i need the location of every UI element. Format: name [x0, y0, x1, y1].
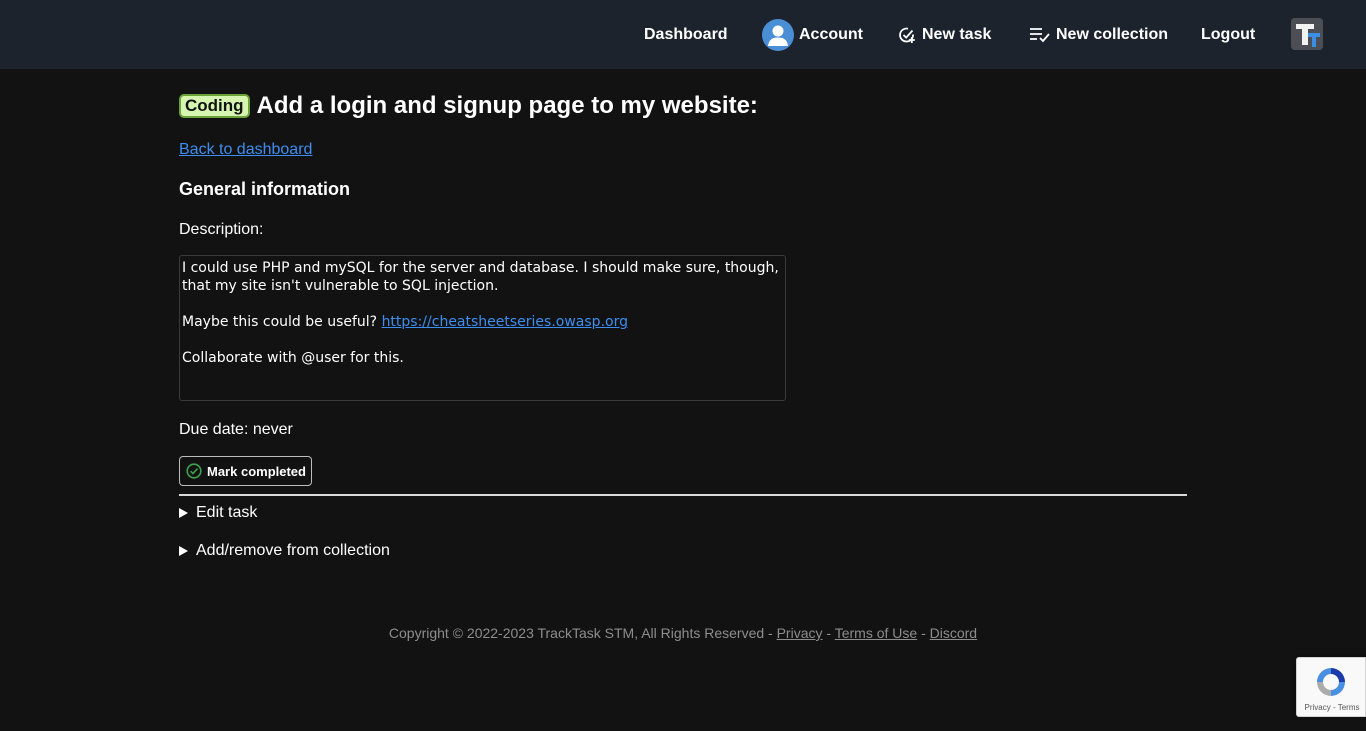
description-box[interactable]: I could use PHP and mySQL for the server…	[179, 255, 786, 401]
playlist-check-icon	[1029, 27, 1050, 43]
nav-dashboard-label: Dashboard	[644, 25, 728, 43]
user-avatar-icon	[762, 18, 794, 51]
edit-task-label: Edit task	[196, 504, 258, 521]
discord-link[interactable]: Discord	[930, 625, 977, 641]
general-info-heading: General information	[179, 179, 351, 199]
footer-separator: -	[826, 625, 832, 641]
nav-logout-label: Logout	[1201, 25, 1256, 43]
triangle-right-icon	[179, 546, 188, 556]
description-text: Maybe this could be useful?	[182, 314, 382, 330]
back-to-dashboard-link[interactable]: Back to dashboard	[179, 141, 312, 159]
collection-label: Add/remove from collection	[196, 542, 390, 559]
mark-completed-label: Mark completed	[207, 463, 306, 479]
divider	[179, 494, 1187, 496]
due-date: Due date: never	[179, 421, 293, 438]
add-task-icon	[898, 26, 916, 44]
nav-dashboard[interactable]: Dashboard	[644, 0, 728, 69]
nav-account-label: Account	[799, 25, 863, 43]
check-circle-icon	[186, 463, 202, 479]
page-title: Coding Add a login and signup page to my…	[179, 92, 758, 120]
nav-new-collection[interactable]: New collection	[1029, 0, 1168, 69]
footer: Copyright © 2022-2023 TrackTask STM, All…	[0, 625, 1366, 641]
owasp-link[interactable]: https://cheatsheetseries.owasp.org	[382, 314, 628, 330]
description-label: Description:	[179, 221, 264, 238]
terms-link[interactable]: Terms of Use	[835, 625, 917, 641]
nav-new-task-label: New task	[922, 25, 992, 43]
copyright-text: Copyright © 2022-2023 TrackTask STM, All…	[388, 625, 773, 641]
nav-new-collection-label: New collection	[1056, 25, 1169, 43]
tracktask-logo-icon[interactable]	[1291, 18, 1323, 50]
description-line: I could use PHP and mySQL for the server…	[182, 260, 779, 294]
mark-completed-button[interactable]: Mark completed	[179, 456, 312, 486]
nav-new-task[interactable]: New task	[898, 0, 991, 69]
recaptcha-icon	[1314, 665, 1348, 704]
edit-task-toggle[interactable]: Edit task	[179, 504, 257, 522]
recaptcha-badge[interactable]: Privacy - Terms	[1296, 657, 1366, 717]
top-navbar: Dashboard Account New task New collectio…	[0, 0, 1366, 69]
recaptcha-links[interactable]: Privacy - Terms	[1297, 703, 1366, 712]
task-title: Add a login and signup page to my websit…	[256, 92, 758, 119]
privacy-link[interactable]: Privacy	[777, 625, 823, 641]
triangle-right-icon	[179, 508, 188, 518]
nav-logout[interactable]: Logout	[1201, 0, 1255, 69]
footer-separator: -	[921, 625, 926, 641]
description-line: Maybe this could be useful? https://chea…	[182, 313, 783, 331]
category-badge: Coding	[179, 94, 250, 118]
description-line: Collaborate with @user for this.	[182, 350, 404, 366]
nav-account[interactable]: Account	[762, 0, 863, 69]
collection-toggle[interactable]: Add/remove from collection	[179, 542, 390, 560]
